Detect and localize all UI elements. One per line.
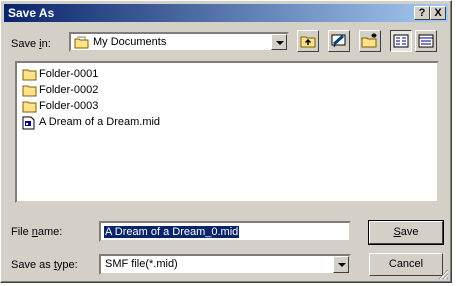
list-view-button[interactable] — [390, 30, 412, 52]
cancel-button[interactable]: Cancel — [369, 253, 443, 276]
title-bar[interactable]: Save As ? X — [4, 4, 448, 22]
folder-icon — [22, 100, 37, 116]
resize-grip-icon[interactable] — [437, 268, 449, 280]
list-item-label: Folder-0002 — [39, 84, 99, 96]
list-view-icon — [393, 34, 409, 48]
save-button[interactable]: Save — [368, 220, 444, 245]
help-button[interactable]: ? — [414, 6, 430, 20]
up-folder-icon — [300, 36, 316, 48]
list-item-label: Folder-0003 — [39, 100, 99, 112]
save-as-type-label: Save as type: — [11, 259, 78, 271]
file-name-input[interactable]: A Dream of a Dream_0.mid — [99, 221, 351, 242]
save-in-label: Save in: — [11, 38, 51, 50]
folder-icon — [22, 68, 37, 84]
details-view-button[interactable] — [415, 30, 437, 52]
chevron-down-icon[interactable] — [333, 256, 349, 273]
file-name-value: A Dream of a Dream_0.mid — [104, 226, 240, 238]
chevron-down-icon[interactable] — [271, 34, 287, 50]
file-name-label: File name: — [11, 226, 63, 238]
dialog-title: Save As — [8, 6, 55, 20]
list-item-label: A Dream of a Dream.mid — [39, 116, 161, 128]
save-as-dialog: Save As ? X Save in: My Documents Folder… — [0, 0, 452, 283]
folder-icon — [22, 84, 37, 100]
midi-file-icon — [22, 116, 35, 133]
save-in-value: My Documents — [93, 36, 167, 48]
desktop-button[interactable] — [328, 30, 350, 52]
list-item-label: Folder-0001 — [39, 68, 99, 80]
file-list[interactable]: Folder-0001 Folder-0002 Folder-0003 A Dr… — [15, 61, 439, 203]
new-folder-button[interactable] — [359, 30, 381, 52]
up-one-level-button[interactable] — [297, 30, 319, 52]
close-button[interactable]: X — [430, 6, 446, 20]
details-view-icon — [418, 34, 434, 48]
save-as-type-dropdown[interactable]: SMF file(*.mid) — [99, 254, 351, 275]
new-folder-icon — [361, 33, 377, 48]
save-as-type-value: SMF file(*.mid) — [105, 258, 178, 270]
save-in-dropdown[interactable]: My Documents — [69, 32, 289, 52]
my-documents-icon — [74, 36, 89, 52]
desktop-icon — [331, 34, 346, 48]
